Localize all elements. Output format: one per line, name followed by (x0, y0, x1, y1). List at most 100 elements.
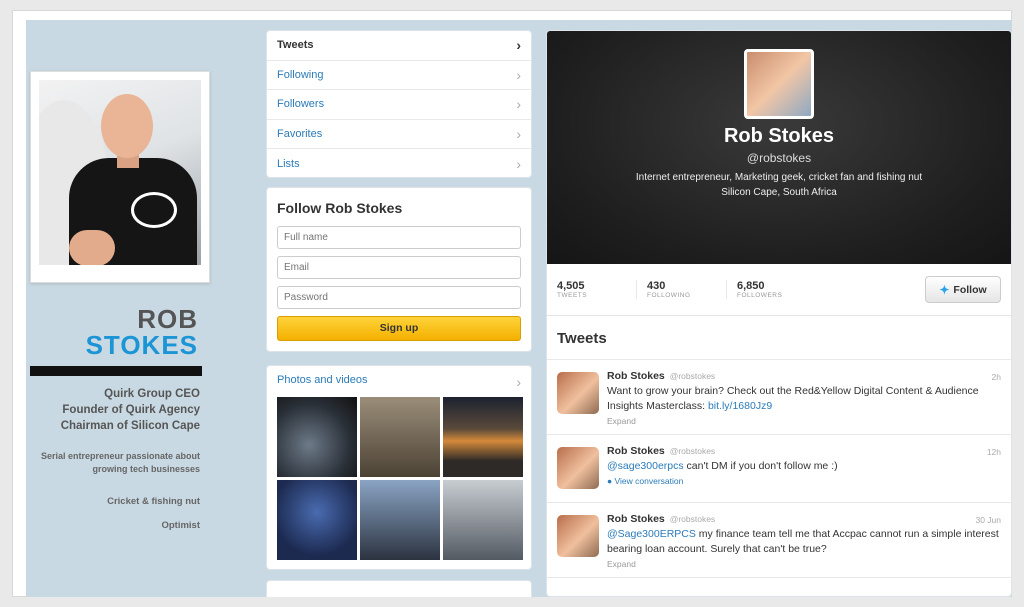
tweet-link[interactable]: bit.ly/1680Jz9 (708, 400, 772, 412)
branding-photo (39, 80, 201, 265)
brand-last-name: STOKES (85, 330, 198, 360)
next-module-card (266, 580, 532, 597)
nav-item-favorites[interactable]: Favorites › (267, 120, 531, 150)
media-grid (277, 397, 523, 560)
stat-value: 4,505 (557, 280, 585, 292)
tweet-avatar[interactable] (557, 447, 599, 489)
photo-arm (69, 230, 115, 265)
twitter-bird-icon: ✦ (939, 282, 950, 297)
stat-value: 6,850 (737, 280, 765, 292)
media-thumbnail[interactable] (443, 480, 523, 560)
brand-role: Quirk Group CEO (104, 388, 200, 400)
tweet-item[interactable]: Rob Stokes @robstokes 12h @sage300erpcs … (547, 435, 1011, 503)
follow-button[interactable]: ✦ Follow (925, 276, 1001, 303)
tweet-view-conversation[interactable]: ● View conversation (607, 476, 1001, 486)
media-thumbnail[interactable] (443, 397, 523, 477)
profile-location: Silicon Cape, South Africa (721, 187, 837, 198)
profile-stats: 4,505 TWEETS 430 FOLLOWING 6,850 FOLLOWE… (547, 264, 1011, 316)
nav-item-label: Following (277, 68, 324, 81)
tweets-heading: Tweets (547, 316, 1011, 360)
chevron-right-icon: › (516, 374, 521, 390)
media-thumbnail[interactable] (277, 480, 357, 560)
tweet-author[interactable]: Rob Stokes (607, 445, 665, 457)
stat-following[interactable]: 430 FOLLOWING (647, 280, 727, 299)
follow-button-label: Follow (953, 283, 987, 296)
branding-photo-card (30, 71, 210, 283)
nav-item-lists[interactable]: Lists › (267, 149, 531, 179)
tweet-avatar[interactable] (557, 515, 599, 557)
tweet-timestamp[interactable]: 12h (987, 447, 1001, 457)
profile-avatar[interactable] (744, 49, 814, 119)
email-input[interactable] (277, 256, 521, 279)
photos-videos-card: Photos and videos › (266, 365, 532, 570)
view-conversation-label: View conversation (614, 476, 684, 486)
profile-card: Rob Stokes @robstokes Internet entrepren… (546, 30, 1012, 597)
stat-tweets[interactable]: 4,505 TWEETS (557, 280, 637, 299)
stat-value: 430 (647, 280, 666, 292)
chevron-right-icon: › (516, 126, 521, 143)
profile-handle: @robstokes (746, 151, 812, 165)
brand-role: Chairman of Silicon Cape (60, 420, 200, 432)
tweet-timestamp[interactable]: 2h (992, 372, 1001, 382)
nav-item-label: Favorites (277, 128, 323, 141)
tweet-author[interactable]: Rob Stokes (607, 370, 665, 382)
tweet-timestamp[interactable]: 30 Jun (975, 515, 1001, 525)
brand-role: Founder of Quirk Agency (62, 404, 200, 416)
tweet-text: Want to grow your brain? Check out the R… (607, 384, 1001, 414)
brand-trait: Optimist (161, 520, 200, 531)
tweet-expand[interactable]: Expand (607, 559, 1001, 569)
stat-label: TWEETS (557, 292, 588, 299)
signup-button[interactable]: Sign up (277, 316, 521, 341)
brand-name: ROB STOKES (86, 306, 198, 358)
brand-roles: Quirk Group CEO Founder of Quirk Agency … (61, 386, 200, 434)
tweet-header: Rob Stokes @robstokes (607, 370, 1001, 382)
profile-name: Rob Stokes (723, 125, 835, 147)
brand-hobby: Cricket & fishing nut (107, 496, 200, 507)
chevron-right-icon: › (516, 66, 521, 83)
media-header[interactable]: Photos and videos › (277, 374, 521, 390)
tweet-item[interactable]: Rob Stokes @robstokes 2h Want to grow yo… (547, 360, 1011, 435)
tweet-body: Want to grow your brain? Check out the R… (607, 385, 979, 412)
nav-item-following[interactable]: Following › (267, 61, 531, 91)
password-input[interactable] (277, 286, 521, 309)
media-thumbnail[interactable] (360, 480, 440, 560)
tweet-mention[interactable]: @Sage300ERPCS (607, 528, 696, 540)
nav-item-followers[interactable]: Followers › (267, 90, 531, 120)
tweet-item[interactable]: Rob Stokes @robstokes 30 Jun @Sage300ERP… (547, 503, 1011, 578)
stat-label: FOLLOWERS (737, 292, 783, 299)
tweet-handle[interactable]: @robstokes (670, 371, 715, 381)
profile-bio: Internet entrepreneur, Marketing geek, c… (547, 170, 1011, 200)
nav-item-label: Followers (277, 98, 325, 111)
tweet-text: @sage300erpcs can't DM if you don't foll… (607, 459, 1001, 474)
chevron-right-icon: › (516, 156, 521, 173)
tweet-handle[interactable]: @robstokes (670, 514, 715, 524)
media-title: Photos and videos (277, 374, 368, 386)
chevron-right-icon: › (516, 37, 521, 54)
conversation-bullet-icon: ● (607, 476, 613, 486)
tweet-handle[interactable]: @robstokes (670, 446, 715, 456)
follow-title: Follow Rob Stokes (277, 200, 403, 216)
tweet-header: Rob Stokes @robstokes (607, 513, 1001, 525)
chevron-right-icon: › (516, 96, 521, 113)
tweet-author[interactable]: Rob Stokes (607, 513, 665, 525)
photo-head (101, 94, 153, 158)
fullname-input[interactable] (277, 226, 521, 249)
profile-page: ROB STOKES Quirk Group CEO Founder of Qu… (26, 20, 1012, 597)
tweet-expand[interactable]: Expand (607, 416, 1001, 426)
nav-item-tweets[interactable]: Tweets › (267, 31, 531, 61)
tweet-body: can't DM if you don't follow me :) (683, 460, 838, 472)
nav-item-label: Lists (277, 158, 300, 171)
shirt-logo-icon (131, 192, 177, 228)
brand-divider (30, 366, 202, 376)
background-branding: ROB STOKES Quirk Group CEO Founder of Qu… (26, 20, 252, 597)
follow-signup-card: Follow Rob Stokes Sign up (266, 187, 532, 352)
brand-first-name: ROB (137, 304, 198, 334)
media-thumbnail[interactable] (277, 397, 357, 477)
tweet-avatar[interactable] (557, 372, 599, 414)
tweet-mention[interactable]: @sage300erpcs (607, 460, 684, 472)
stat-label: FOLLOWING (647, 292, 691, 299)
media-thumbnail[interactable] (360, 397, 440, 477)
tweet-header: Rob Stokes @robstokes (607, 445, 1001, 457)
stat-followers[interactable]: 6,850 FOLLOWERS (737, 280, 817, 299)
brand-description: Serial entrepreneur passionate about gro… (40, 451, 200, 474)
